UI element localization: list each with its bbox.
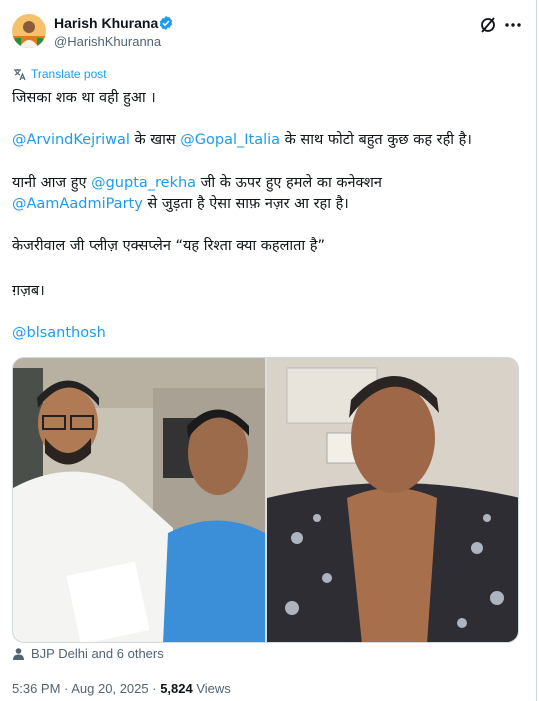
mention-aamaadmiparty[interactable]: @AamAadmiParty (12, 196, 143, 212)
mention-gupta-rekha[interactable]: @gupta_rekha (91, 175, 196, 191)
avatar[interactable] (12, 14, 46, 48)
tweet-card: Harish Khurana @HarishKhuranna Translate… (0, 0, 537, 701)
views-label: Views (192, 681, 231, 696)
tweet-paragraph-2: @ArvindKejriwal के खास @Gopal_Italia के … (12, 130, 472, 150)
author-name[interactable]: Harish Khurana (54, 15, 158, 31)
tweet-paragraph-4: केजरीवाल जी प्लीज़ एक्सप्लेन “यह रिश्ता … (12, 238, 325, 254)
separator: · (60, 681, 72, 696)
separator: · (148, 681, 161, 696)
tweet-paragraph-3b: @AamAadmiParty से जुड़ता है ऐसा साफ़ नज़… (12, 194, 349, 214)
author-handle[interactable]: @HarishKhuranna (54, 34, 161, 49)
photo-2[interactable] (267, 358, 518, 642)
verified-badge-icon (159, 16, 173, 30)
grok-icon[interactable] (478, 15, 498, 35)
text-segment: यानी आज हुए (12, 175, 92, 191)
mention-blsanthosh[interactable]: @blsanthosh (12, 325, 106, 341)
text-segment: जी के ऊपर हुए हमले का कनेक्शन (196, 175, 382, 191)
post-date[interactable]: Aug 20, 2025 (71, 681, 148, 696)
likers-text: BJP Delhi and 6 others (31, 646, 164, 661)
person-icon (13, 648, 24, 660)
translate-post-link[interactable]: Translate post (12, 66, 107, 82)
liked-by-row[interactable]: BJP Delhi and 6 others (12, 646, 164, 661)
media-grid (12, 357, 519, 643)
views-count: 5,824 (160, 681, 193, 696)
photo-1[interactable] (13, 358, 265, 642)
mention-gopal-italia[interactable]: @Gopal_Italia (180, 132, 280, 148)
more-options-icon[interactable] (503, 15, 523, 35)
tweet-paragraph-6: @blsanthosh (12, 323, 106, 343)
text-segment: के खास (129, 132, 181, 148)
tweet-meta: 5:36 PM · Aug 20, 2025 · 5,824 Views (12, 681, 231, 696)
tweet-line-1: जिसका शक था वही हुआ । (12, 90, 156, 106)
post-time[interactable]: 5:36 PM (12, 681, 60, 696)
translate-icon (14, 69, 26, 81)
tweet-paragraph-5: ग़ज़ब। (12, 283, 45, 299)
text-segment: से जुड़ता है ऐसा साफ़ नज़र आ रहा है। (142, 196, 349, 212)
mention-arvindkejriwal[interactable]: @ArvindKejriwal (12, 132, 130, 148)
tweet-paragraph-3a: यानी आज हुए @gupta_rekha जी के ऊपर हुए ह… (12, 173, 382, 193)
text-segment: के साथ फोटो बहुत कुछ कह रही है। (280, 132, 472, 148)
translate-label: Translate post (31, 67, 107, 81)
